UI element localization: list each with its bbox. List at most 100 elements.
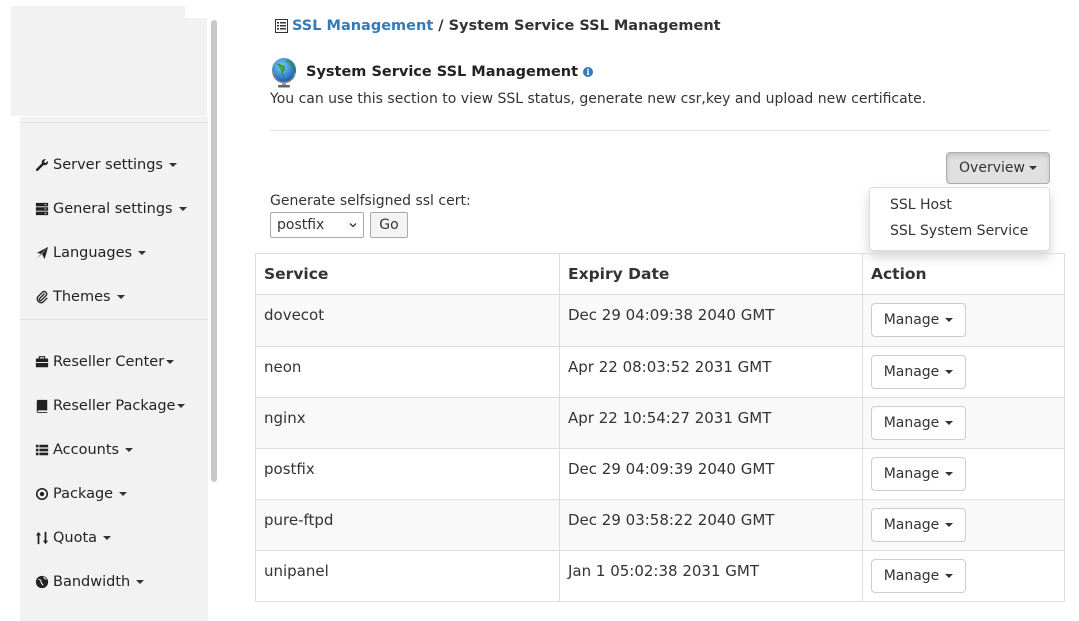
globe-stand-icon xyxy=(272,58,296,88)
service-name: pure-ftpd xyxy=(264,511,334,529)
caret-down-icon xyxy=(945,472,954,476)
caret-down-icon xyxy=(166,360,175,364)
breadcrumb-separator: / xyxy=(438,18,444,34)
caret-down-icon xyxy=(177,404,186,408)
sidebar-item-label: Languages xyxy=(53,245,133,261)
breadcrumb: SSL Management / System Service SSL Mana… xyxy=(275,18,721,34)
manage-label: Manage xyxy=(883,517,940,533)
expiry-date: Dec 29 03:58:22 2040 GMT xyxy=(568,511,775,529)
ssl-services-table: Service Expiry Date Action dovecot Dec 2… xyxy=(255,253,1065,602)
sidebar-scrollbar-thumb[interactable] xyxy=(211,20,217,482)
logo-placeholder xyxy=(11,6,207,116)
sidebar-item-languages[interactable]: Languages xyxy=(34,242,147,264)
column-header-expiry-date: Expiry Date xyxy=(559,254,862,294)
caret-down-icon xyxy=(136,580,145,584)
overview-dropdown-button[interactable]: Overview xyxy=(946,152,1050,184)
table-row: nginx Apr 22 10:54:27 2031 GMT Manage xyxy=(256,397,1064,448)
expiry-date: Apr 22 08:03:52 2031 GMT xyxy=(568,358,772,376)
go-button[interactable]: Go xyxy=(370,212,408,238)
sidebar-item-bandwidth[interactable]: Bandwidth xyxy=(34,571,145,593)
sidebar-item-label: Bandwidth xyxy=(53,574,131,590)
caret-down-icon xyxy=(116,295,125,299)
globe-icon xyxy=(34,575,49,590)
caret-down-icon xyxy=(125,448,134,452)
sidebar-item-themes[interactable]: Themes xyxy=(34,286,125,308)
service-name: dovecot xyxy=(264,306,325,324)
book-icon xyxy=(34,399,49,414)
manage-button[interactable]: Manage xyxy=(871,457,966,491)
sidebar: Server settings General settings Languag… xyxy=(0,0,218,621)
server-icon xyxy=(34,202,49,217)
page-header: System Service SSL Management i xyxy=(270,56,594,88)
caret-down-icon xyxy=(178,207,187,211)
expiry-date: Dec 29 04:09:38 2040 GMT xyxy=(568,306,775,324)
sidebar-item-label: Reseller Center xyxy=(53,354,165,370)
service-select[interactable]: postfix xyxy=(270,212,364,238)
table-row: pure-ftpd Dec 29 03:58:22 2040 GMT Manag… xyxy=(256,499,1064,550)
menu-item-ssl-host[interactable]: SSL Host xyxy=(890,197,952,213)
page-title: System Service SSL Management xyxy=(306,64,579,80)
manage-button[interactable]: Manage xyxy=(871,303,966,337)
sidebar-divider xyxy=(20,122,208,123)
service-name: unipanel xyxy=(264,562,329,580)
manage-label: Manage xyxy=(883,415,940,431)
sidebar-item-label: General settings xyxy=(53,201,173,217)
sidebar-item-package[interactable]: Package xyxy=(34,483,128,505)
page-description: You can use this section to view SSL sta… xyxy=(270,91,927,107)
column-header-service: Service xyxy=(264,265,329,283)
caret-down-icon xyxy=(168,163,177,167)
service-name: neon xyxy=(264,358,302,376)
wrench-icon xyxy=(34,158,49,173)
breadcrumb-current: System Service SSL Management xyxy=(448,18,721,34)
sidebar-item-label: Themes xyxy=(53,289,111,305)
manage-button[interactable]: Manage xyxy=(871,355,966,389)
expiry-date: Dec 29 04:09:39 2040 GMT xyxy=(568,460,775,478)
generate-cert-label: Generate selfsigned ssl cert: xyxy=(270,193,471,209)
sidebar-item-accounts[interactable]: Accounts xyxy=(34,439,134,461)
caret-down-icon xyxy=(945,574,954,578)
manage-label: Manage xyxy=(883,568,940,584)
table-row: dovecot Dec 29 04:09:38 2040 GMT Manage xyxy=(256,295,1064,346)
caret-down-icon xyxy=(103,536,112,540)
service-select-value: postfix xyxy=(277,217,325,233)
sidebar-item-general-settings[interactable]: General settings xyxy=(34,198,187,220)
list-alt-icon xyxy=(275,19,288,33)
table-row: neon Apr 22 08:03:52 2031 GMT Manage xyxy=(256,346,1064,397)
manage-button[interactable]: Manage xyxy=(871,508,966,542)
sidebar-item-label: Server settings xyxy=(53,157,163,173)
table-header-row: Service Expiry Date Action xyxy=(256,254,1064,295)
column-header-action: Action xyxy=(862,254,1065,294)
sidebar-item-label: Accounts xyxy=(53,442,120,458)
caret-down-icon xyxy=(1028,166,1037,170)
caret-down-icon xyxy=(945,370,954,374)
service-name: postfix xyxy=(264,460,315,478)
sidebar-item-label: Quota xyxy=(53,530,98,546)
table-row: unipanel Jan 1 05:02:38 2031 GMT Manage xyxy=(256,550,1064,601)
info-icon[interactable]: i xyxy=(583,67,594,77)
caret-down-icon xyxy=(119,492,128,496)
manage-label: Manage xyxy=(883,466,940,482)
expiry-date: Jan 1 05:02:38 2031 GMT xyxy=(568,562,760,580)
manage-label: Manage xyxy=(883,312,940,328)
sidebar-item-reseller-package[interactable]: Reseller Package xyxy=(34,395,186,417)
list-icon xyxy=(34,443,49,458)
menu-item-ssl-system-service[interactable]: SSL System Service xyxy=(890,223,1028,239)
overview-dropdown-menu: SSL Host SSL System Service xyxy=(869,187,1050,251)
paper-plane-icon xyxy=(34,246,49,261)
manage-button[interactable]: Manage xyxy=(871,559,966,593)
sidebar-item-reseller-center[interactable]: Reseller Center xyxy=(34,351,175,373)
circle-dot-icon xyxy=(34,487,49,502)
sidebar-item-label: Reseller Package xyxy=(53,398,176,414)
breadcrumb-link-ssl-management[interactable]: SSL Management xyxy=(292,18,433,34)
caret-down-icon xyxy=(945,523,954,527)
sidebar-item-label: Package xyxy=(53,486,114,502)
chevron-down-icon xyxy=(349,223,357,228)
sort-arrows-icon xyxy=(34,531,49,546)
overview-button-label: Overview xyxy=(959,160,1025,176)
table-row: postfix Dec 29 04:09:39 2040 GMT Manage xyxy=(256,448,1064,499)
manage-button[interactable]: Manage xyxy=(871,406,966,440)
paperclip-icon xyxy=(34,290,49,305)
expiry-date: Apr 22 10:54:27 2031 GMT xyxy=(568,409,772,427)
sidebar-item-quota[interactable]: Quota xyxy=(34,527,112,549)
sidebar-item-server-settings[interactable]: Server settings xyxy=(34,154,177,176)
